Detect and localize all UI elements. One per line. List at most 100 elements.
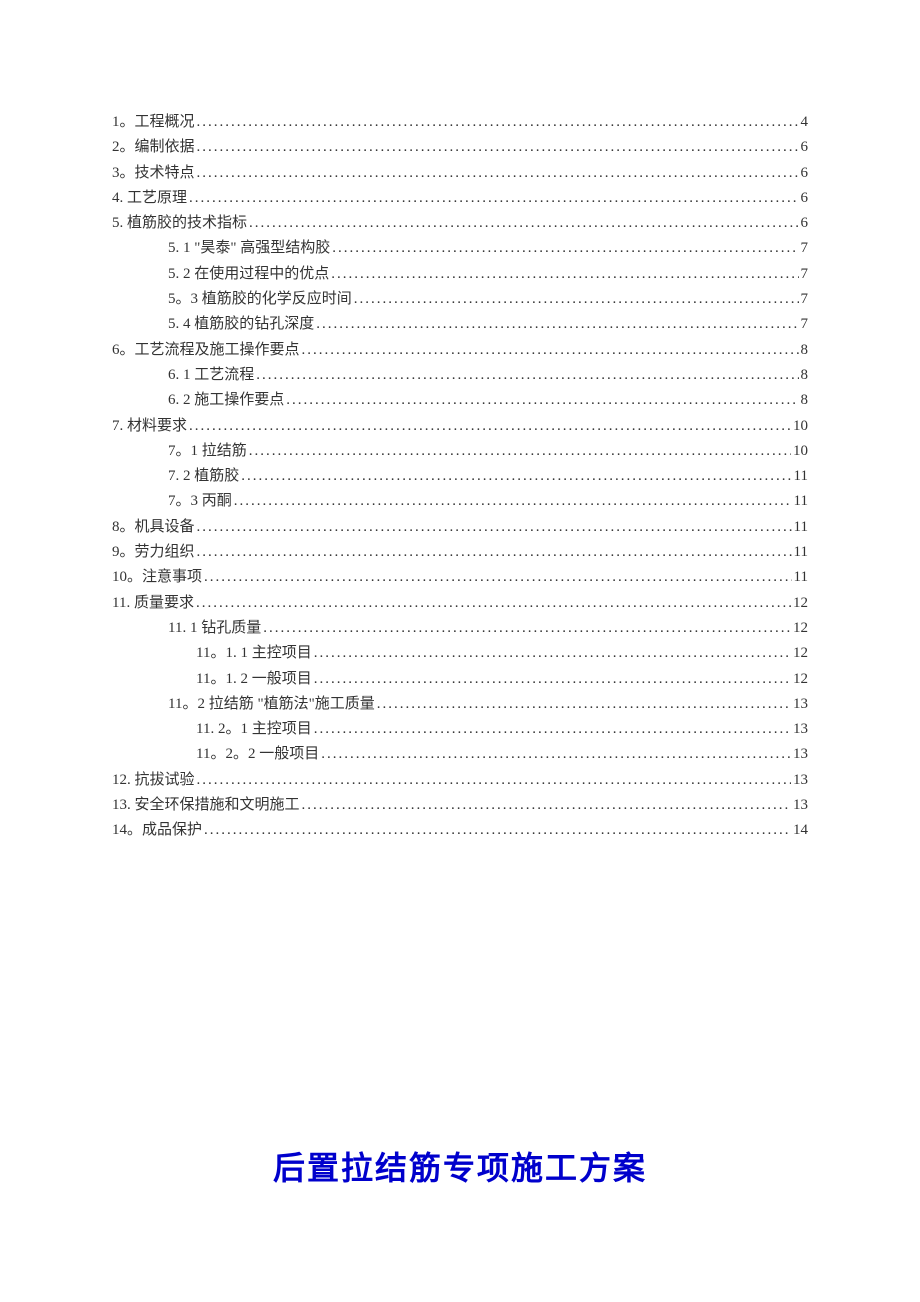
toc-entry: 7. 材料要求 10 — [112, 414, 808, 438]
toc-label: 8。机具设备 — [112, 515, 195, 539]
toc-label: 5. 植筋胶的技术指标 — [112, 211, 247, 235]
toc-label: 1。工程概况 — [112, 110, 195, 134]
toc-label: 7。3 丙酮 — [168, 489, 232, 513]
toc-entry: 7。3 丙酮 11 — [112, 489, 808, 513]
toc-dots — [241, 464, 791, 488]
toc-entry: 2。编制依据 6 — [112, 135, 808, 159]
toc-page: 13 — [793, 717, 808, 741]
toc-entry: 11. 1 钻孔质量12 — [112, 616, 808, 640]
toc-dots — [197, 110, 799, 134]
toc-page: 11 — [794, 464, 808, 488]
document-title: 后置拉结筋专项施工方案 — [112, 1143, 808, 1189]
toc-entry: 7. 2 植筋胶 11 — [112, 464, 808, 488]
toc-entry: 5. 4 植筋胶的钻孔深度 7 — [112, 312, 808, 336]
toc-dots — [197, 135, 799, 159]
toc-page: 12 — [793, 641, 808, 665]
toc-page: 8 — [801, 338, 809, 362]
toc-page: 8 — [801, 363, 809, 387]
toc-page: 11 — [794, 540, 808, 564]
toc-label: 11。2。2 一般项目 — [196, 742, 319, 766]
toc-label: 5. 4 植筋胶的钻孔深度 — [168, 312, 314, 336]
toc-entry: 11。2。2 一般项目 13 — [112, 742, 808, 766]
toc-label: 12. 抗拔试验 — [112, 768, 195, 792]
toc-label: 7. 材料要求 — [112, 414, 187, 438]
toc-dots — [286, 388, 798, 412]
toc-label: 11. 质量要求 — [112, 591, 194, 615]
toc-label: 10。注意事项 — [112, 565, 202, 589]
toc-dots — [314, 667, 791, 691]
toc-dots — [263, 616, 791, 640]
toc-page: 14 — [793, 818, 808, 842]
toc-label: 5。3 植筋胶的化学反应时间 — [168, 287, 352, 311]
toc-entry: 11。1. 1 主控项目12 — [112, 641, 808, 665]
toc-entry: 4. 工艺原理 6 — [112, 186, 808, 210]
toc-label: 6。工艺流程及施工操作要点 — [112, 338, 300, 362]
toc-page: 7 — [801, 312, 809, 336]
toc-label: 5. 1 "昊泰" 高强型结构胶 — [168, 236, 330, 260]
toc-dots — [331, 262, 798, 286]
toc-label: 11。2 拉结筋 "植筋法"施工质量 — [168, 692, 375, 716]
toc-label: 11。1. 2 一般项目 — [196, 667, 312, 691]
toc-label: 11. 1 钻孔质量 — [168, 616, 261, 640]
toc-page: 8 — [801, 388, 809, 412]
toc-label: 6. 1 工艺流程 — [168, 363, 254, 387]
toc-entry: 6. 1 工艺流程 8 — [112, 363, 808, 387]
toc-page: 6 — [801, 135, 809, 159]
toc-page: 11 — [794, 489, 808, 513]
toc-label: 5. 2 在使用过程中的优点 — [168, 262, 329, 286]
toc-dots — [377, 692, 791, 716]
toc-page: 13 — [793, 793, 808, 817]
toc-dots — [249, 211, 798, 235]
toc-entry: 11。1. 2 一般项目 12 — [112, 667, 808, 691]
toc-entry: 10。注意事项11 — [112, 565, 808, 589]
toc-entry: 5. 1 "昊泰" 高强型结构胶 7 — [112, 236, 808, 260]
toc-dots — [316, 312, 798, 336]
toc-dots — [321, 742, 791, 766]
toc-entry: 5。3 植筋胶的化学反应时间 7 — [112, 287, 808, 311]
toc-dots — [197, 540, 792, 564]
toc-dots — [256, 363, 798, 387]
toc-dots — [332, 236, 798, 260]
toc-dots — [189, 414, 791, 438]
toc-dots — [197, 161, 799, 185]
toc-page: 7 — [801, 287, 809, 311]
toc-entry: 13. 安全环保措施和文明施工 13 — [112, 793, 808, 817]
toc-dots — [234, 489, 792, 513]
toc-label: 9。劳力组织 — [112, 540, 195, 564]
toc-dots — [204, 565, 792, 589]
toc-page: 13 — [793, 768, 808, 792]
toc-page: 6 — [801, 211, 809, 235]
toc-page: 7 — [801, 262, 809, 286]
toc-label: 13. 安全环保措施和文明施工 — [112, 793, 300, 817]
toc-label: 4. 工艺原理 — [112, 186, 187, 210]
toc-entry: 8。机具设备11 — [112, 515, 808, 539]
toc-entry: 6。工艺流程及施工操作要点 8 — [112, 338, 808, 362]
toc-dots — [249, 439, 791, 463]
toc-dots — [302, 793, 791, 817]
toc-entry: 7。1 拉结筋 10 — [112, 439, 808, 463]
toc-label: 11. 2。1 主控项目 — [196, 717, 312, 741]
toc-page: 10 — [793, 439, 808, 463]
toc-entry: 1。工程概况 4 — [112, 110, 808, 134]
toc-label: 2。编制依据 — [112, 135, 195, 159]
toc-page: 10 — [793, 414, 808, 438]
toc-dots — [204, 818, 791, 842]
toc-dots — [354, 287, 799, 311]
toc-dots — [196, 591, 791, 615]
toc-page: 13 — [793, 742, 808, 766]
toc-dots — [302, 338, 799, 362]
toc-label: 7. 2 植筋胶 — [168, 464, 239, 488]
toc-entry: 14。成品保护14 — [112, 818, 808, 842]
toc-page: 6 — [801, 186, 809, 210]
toc-page: 12 — [793, 667, 808, 691]
toc-page: 6 — [801, 161, 809, 185]
table-of-contents: 1。工程概况4 2。编制依据6 3。技术特点6 4. 工艺原理6 5. 植筋胶的… — [112, 110, 808, 843]
toc-dots — [314, 641, 791, 665]
toc-page: 13 — [793, 692, 808, 716]
toc-page: 4 — [801, 110, 809, 134]
toc-entry: 11. 2。1 主控项目 13 — [112, 717, 808, 741]
toc-dots — [197, 515, 792, 539]
toc-page: 7 — [801, 236, 809, 260]
toc-label: 7。1 拉结筋 — [168, 439, 247, 463]
toc-page: 12 — [793, 591, 808, 615]
